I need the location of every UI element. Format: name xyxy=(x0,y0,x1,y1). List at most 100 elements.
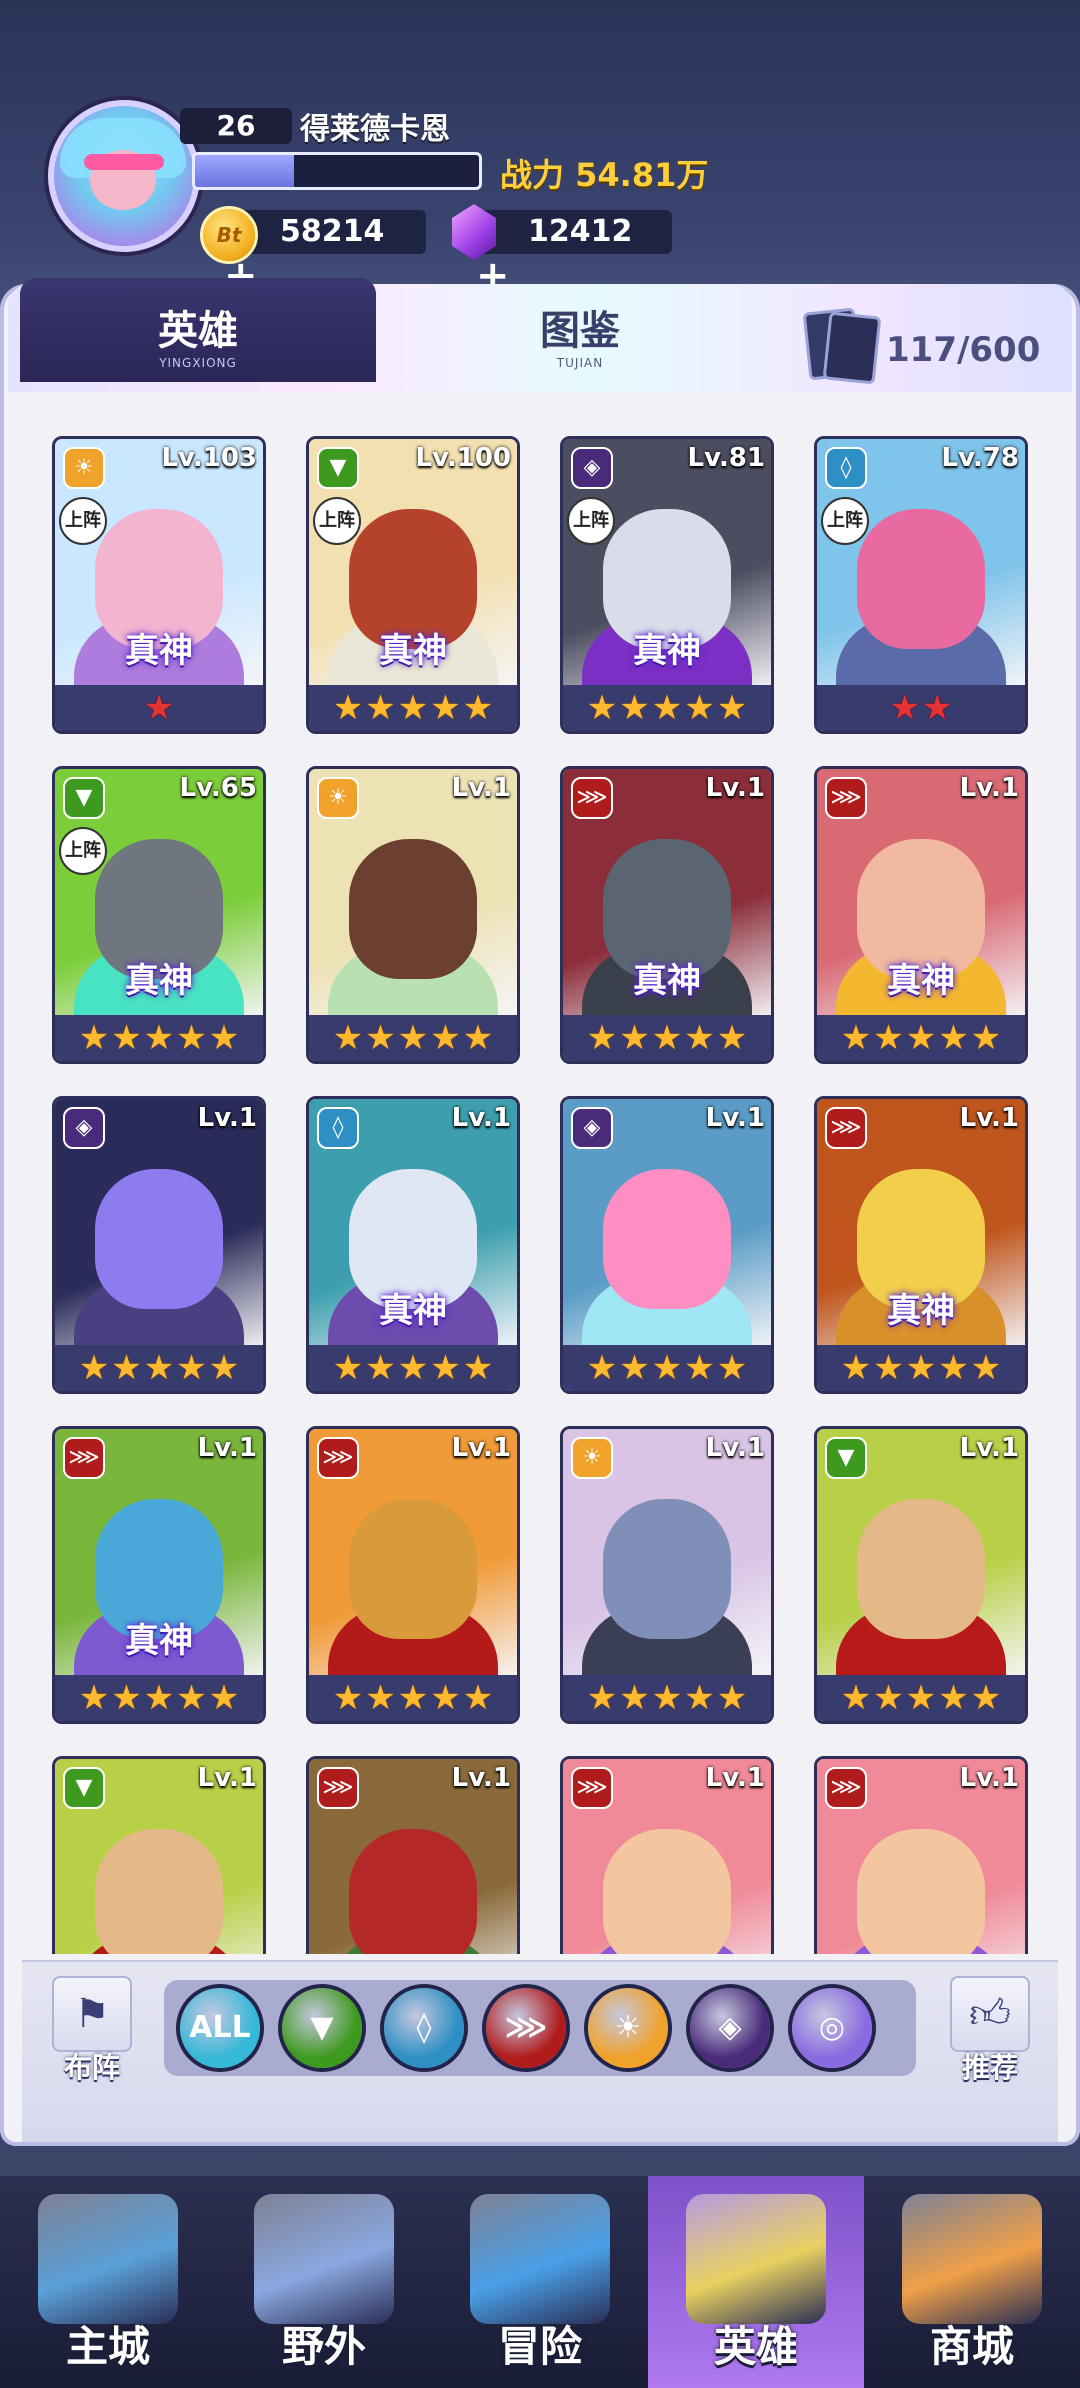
star-icon: ★ xyxy=(619,1678,650,1718)
nature-element-icon: ▼ xyxy=(825,1437,867,1479)
star-rating: ★ ★ ★ ★ ★ xyxy=(55,1345,263,1391)
star-icon: ★ xyxy=(840,1018,872,1058)
hero-card[interactable]: ▼ Lv.100 上阵 真神 ★ ★ ★ ★ ★ xyxy=(306,436,520,734)
filter-void-icon[interactable]: ◈ xyxy=(690,1988,770,2068)
star-rating: ★ ★ ★ ★ ★ xyxy=(309,1345,517,1391)
hero-card[interactable]: ⋙ Lv.1 xyxy=(814,1756,1028,1954)
coin-amount: 58214 xyxy=(280,214,385,249)
nav-item[interactable]: 冒险 xyxy=(432,2176,648,2388)
star-icon: ★ xyxy=(143,1678,175,1718)
star-rating: ★ ★ ★ ★ ★ xyxy=(309,685,517,731)
star-icon: ★ xyxy=(938,1348,969,1388)
star-icon: ★ xyxy=(873,1018,904,1058)
fire-element-icon: ⋙ xyxy=(571,1767,613,1809)
hero-card[interactable]: ▼ Lv.1 ★ ★ ★ ★ ★ xyxy=(814,1426,1028,1724)
light-element-icon: ☀ xyxy=(63,447,105,489)
hero-card[interactable]: ☀ Lv.1 ★ ★ ★ ★ ★ xyxy=(560,1426,774,1724)
hero-level: Lv.1 xyxy=(451,1433,511,1463)
hero-card[interactable]: ◊ Lv.1 真神 ★ ★ ★ ★ ★ xyxy=(306,1096,520,1394)
star-icon: ★ xyxy=(430,1018,461,1058)
star-icon: ★ xyxy=(208,1348,240,1388)
hero-level: Lv.1 xyxy=(197,1433,257,1463)
combat-power: 战力 54.81万 xyxy=(500,156,709,194)
star-icon: ★ xyxy=(111,1348,142,1388)
on-team-badge: 上阵 xyxy=(567,497,615,545)
recommend-button[interactable]: 👍︎ 推荐 xyxy=(944,1976,1036,2086)
light-element-icon: ☀ xyxy=(317,777,359,819)
star-icon: ★ xyxy=(462,688,494,728)
star-icon: ★ xyxy=(873,1678,904,1718)
tab-heroes-label: 英雄 xyxy=(158,308,238,354)
tab-codex[interactable]: 图鉴 TUJIAN xyxy=(450,298,710,382)
star-icon: ★ xyxy=(651,688,683,728)
tab-heroes[interactable]: 英雄 YINGXIONG xyxy=(20,278,376,382)
true-god-badge: 真神 xyxy=(379,1291,447,1331)
filter-nature-icon[interactable]: ▼ xyxy=(282,1988,362,2068)
cards-icon-back xyxy=(822,311,882,385)
on-team-badge: 上阵 xyxy=(59,497,107,545)
hero-level: Lv.1 xyxy=(705,1763,765,1793)
star-icon: ★ xyxy=(619,688,650,728)
star-icon: ★ xyxy=(397,1018,429,1058)
star-icon: ★ xyxy=(586,1348,618,1388)
star-icon: ★ xyxy=(840,1678,872,1718)
hero-card[interactable]: ⋙ Lv.1 ★ ★ ★ ★ ★ xyxy=(306,1426,520,1724)
star-icon: ★ xyxy=(397,1678,429,1718)
hero-card[interactable]: ⋙ Lv.1 真神 ★ ★ ★ ★ ★ xyxy=(52,1426,266,1724)
hero-card[interactable]: ◈ Lv.81 上阵 真神 ★ ★ ★ ★ ★ xyxy=(560,436,774,734)
hero-card[interactable]: ☀ Lv.1 ★ ★ ★ ★ ★ xyxy=(306,766,520,1064)
hero-level: Lv.1 xyxy=(959,1103,1019,1133)
star-rating: ★ ★ ★ ★ ★ xyxy=(55,1675,263,1721)
hero-card[interactable]: ◈ Lv.1 ★ ★ ★ ★ ★ xyxy=(560,1096,774,1394)
star-rating: ★ ★ xyxy=(817,685,1025,731)
star-icon: ★ xyxy=(651,1018,683,1058)
star-icon: ★ xyxy=(462,1678,494,1718)
nav-label: 英雄 xyxy=(713,2322,798,2371)
hero-card[interactable]: ◊ Lv.78 上阵 ★ ★ xyxy=(814,436,1028,734)
on-team-badge: 上阵 xyxy=(313,497,361,545)
avatar-glasses xyxy=(84,154,164,170)
gem-amount: 12412 xyxy=(528,214,633,249)
star-rating: ★ ★ ★ ★ ★ xyxy=(817,1345,1025,1391)
star-icon: ★ xyxy=(922,688,953,728)
hero-card[interactable]: ⋙ Lv.1 真神 ★ ★ ★ ★ ★ xyxy=(560,766,774,1064)
star-icon: ★ xyxy=(78,1348,110,1388)
star-icon: ★ xyxy=(430,1348,461,1388)
star-rating: ★ ★ ★ ★ ★ xyxy=(563,1675,771,1721)
star-rating: ★ ★ ★ ★ ★ xyxy=(309,1015,517,1061)
nav-item[interactable]: 主城 xyxy=(0,2176,216,2388)
filter-fire-icon[interactable]: ⋙ xyxy=(486,1988,566,2068)
recommend-label: 推荐 xyxy=(961,2051,1018,2084)
hero-card[interactable]: ▼ Lv.65 上阵 真神 ★ ★ ★ ★ ★ xyxy=(52,766,266,1064)
hero-level: Lv.1 xyxy=(705,1103,765,1133)
star-icon: ★ xyxy=(684,688,715,728)
hero-head xyxy=(349,839,477,979)
hero-card[interactable]: ⋙ Lv.1 xyxy=(306,1756,520,1954)
hero-card[interactable]: ☀ Lv.103 上阵 真神 ★ xyxy=(52,436,266,734)
hero-card[interactable]: ▼ Lv.1 xyxy=(52,1756,266,1954)
nature-element-icon: ▼ xyxy=(63,1767,105,1809)
formation-button[interactable]: ⚑ 布阵 xyxy=(46,1976,138,2086)
hero-level: Lv.81 xyxy=(687,443,765,473)
nav-item[interactable]: 英雄 xyxy=(648,2176,864,2388)
hero-card[interactable]: ⋙ Lv.1 xyxy=(560,1756,774,1954)
true-god-badge: 真神 xyxy=(125,1621,193,1661)
player-avatar[interactable] xyxy=(48,100,200,252)
star-icon: ★ xyxy=(111,1018,142,1058)
hero-card[interactable]: ⋙ Lv.1 真神 ★ ★ ★ ★ ★ xyxy=(814,766,1028,1064)
hero-grid: ☀ Lv.103 上阵 真神 ★ ▼ Lv.100 上阵 真神 ★ ★ ★ ★ ★ ◈ Lv.81 上阵 真神 ★ ★… xyxy=(52,436,1042,1954)
filter-all-button[interactable]: ALL xyxy=(180,1988,260,2068)
void-element-icon: ◈ xyxy=(571,1107,613,1149)
filter-water-icon[interactable]: ◊ xyxy=(384,1988,464,2068)
star-icon: ★ xyxy=(208,1678,240,1718)
nav-item[interactable]: 野外 xyxy=(216,2176,432,2388)
filter-mystic-icon[interactable]: ◎ xyxy=(792,1988,872,2068)
hero-card[interactable]: ◈ Lv.1 ★ ★ ★ ★ ★ xyxy=(52,1096,266,1394)
fire-element-icon: ⋙ xyxy=(317,1767,359,1809)
nav-item[interactable]: 商城 xyxy=(864,2176,1080,2388)
hero-level: Lv.1 xyxy=(705,1433,765,1463)
star-icon: ★ xyxy=(873,1348,904,1388)
filter-light-icon[interactable]: ☀ xyxy=(588,1988,668,2068)
hero-card[interactable]: ⋙ Lv.1 真神 ★ ★ ★ ★ ★ xyxy=(814,1096,1028,1394)
star-icon: ★ xyxy=(397,1348,429,1388)
